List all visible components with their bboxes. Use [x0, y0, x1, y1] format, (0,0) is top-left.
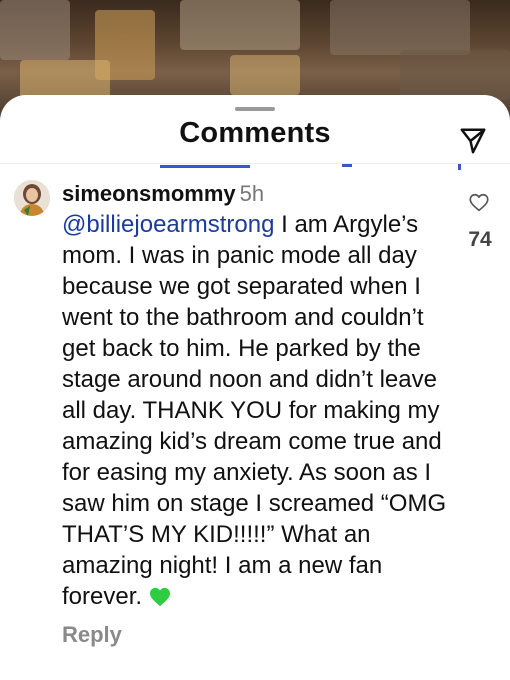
avatar-image — [14, 180, 50, 216]
drag-handle[interactable] — [235, 107, 275, 111]
comment-message: I am Argyle’s mom. I was in panic mode a… — [62, 211, 447, 610]
comment-text: @billiejoearmstrong I am Argyle’s mom. I… — [62, 209, 457, 612]
comment-body: simeonsmommy 5h @billiejoearmstrong I am … — [62, 180, 457, 648]
photo-region — [180, 0, 300, 50]
username[interactable]: simeonsmommy — [62, 181, 236, 206]
photo-region — [20, 60, 110, 100]
mention-link[interactable]: @billiejoearmstrong — [62, 211, 274, 238]
photo-region — [400, 50, 510, 100]
paper-plane-icon[interactable] — [458, 126, 488, 156]
previous-comment-fragment — [160, 164, 461, 170]
comments-sheet: Comments simeonsmommy 5h @billiejoearmstr… — [0, 95, 510, 680]
comment-item: simeonsmommy 5h @billiejoearmstrong I am … — [0, 180, 510, 680]
green-heart-icon — [149, 587, 170, 607]
reply-button[interactable]: Reply — [62, 622, 457, 648]
comment-meta: simeonsmommy 5h — [62, 180, 457, 208]
heart-outline-icon[interactable] — [468, 192, 490, 214]
photo-region — [0, 0, 70, 60]
like-count: 74 — [468, 228, 492, 251]
photo-region — [330, 0, 470, 55]
photo-region — [230, 55, 300, 95]
timestamp: 5h — [239, 181, 265, 206]
sheet-title: Comments — [179, 117, 331, 149]
avatar[interactable] — [14, 180, 50, 216]
